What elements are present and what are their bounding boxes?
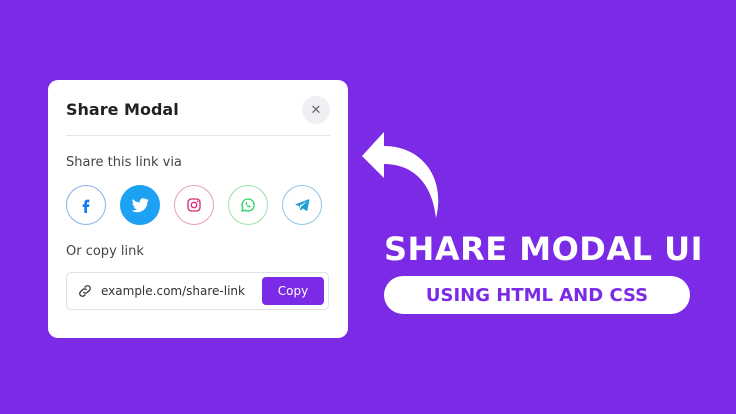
- link-value[interactable]: example.com/share-link: [101, 284, 262, 298]
- twitter-icon: [131, 198, 150, 213]
- facebook-button[interactable]: [66, 185, 106, 225]
- facebook-icon: [82, 199, 90, 213]
- telegram-button[interactable]: [282, 185, 322, 225]
- copy-link-field[interactable]: example.com/share-link Copy: [66, 272, 329, 310]
- subheadline: USING HTML AND CSS: [425, 284, 649, 306]
- copy-label: Or copy link: [66, 244, 144, 259]
- headline: SHARE MODAL UI: [384, 230, 704, 268]
- modal-header: Share Modal ✕: [66, 80, 330, 136]
- modal-title: Share Modal: [66, 100, 179, 119]
- curved-arrow-icon: [362, 132, 439, 218]
- twitter-button[interactable]: [120, 185, 160, 225]
- social-icons: [66, 185, 322, 225]
- whatsapp-button[interactable]: [228, 185, 268, 225]
- telegram-icon: [295, 199, 310, 211]
- share-label: Share this link via: [66, 155, 182, 170]
- subheadline-badge: USING HTML AND CSS: [384, 276, 690, 314]
- link-icon: [77, 283, 93, 299]
- instagram-icon: [187, 198, 201, 212]
- close-button[interactable]: ✕: [302, 96, 330, 124]
- instagram-button[interactable]: [174, 185, 214, 225]
- whatsapp-icon: [241, 198, 255, 212]
- copy-button[interactable]: Copy: [262, 277, 324, 305]
- share-modal: Share Modal ✕ Share this link via Or cop…: [48, 80, 348, 338]
- close-icon: ✕: [310, 102, 322, 118]
